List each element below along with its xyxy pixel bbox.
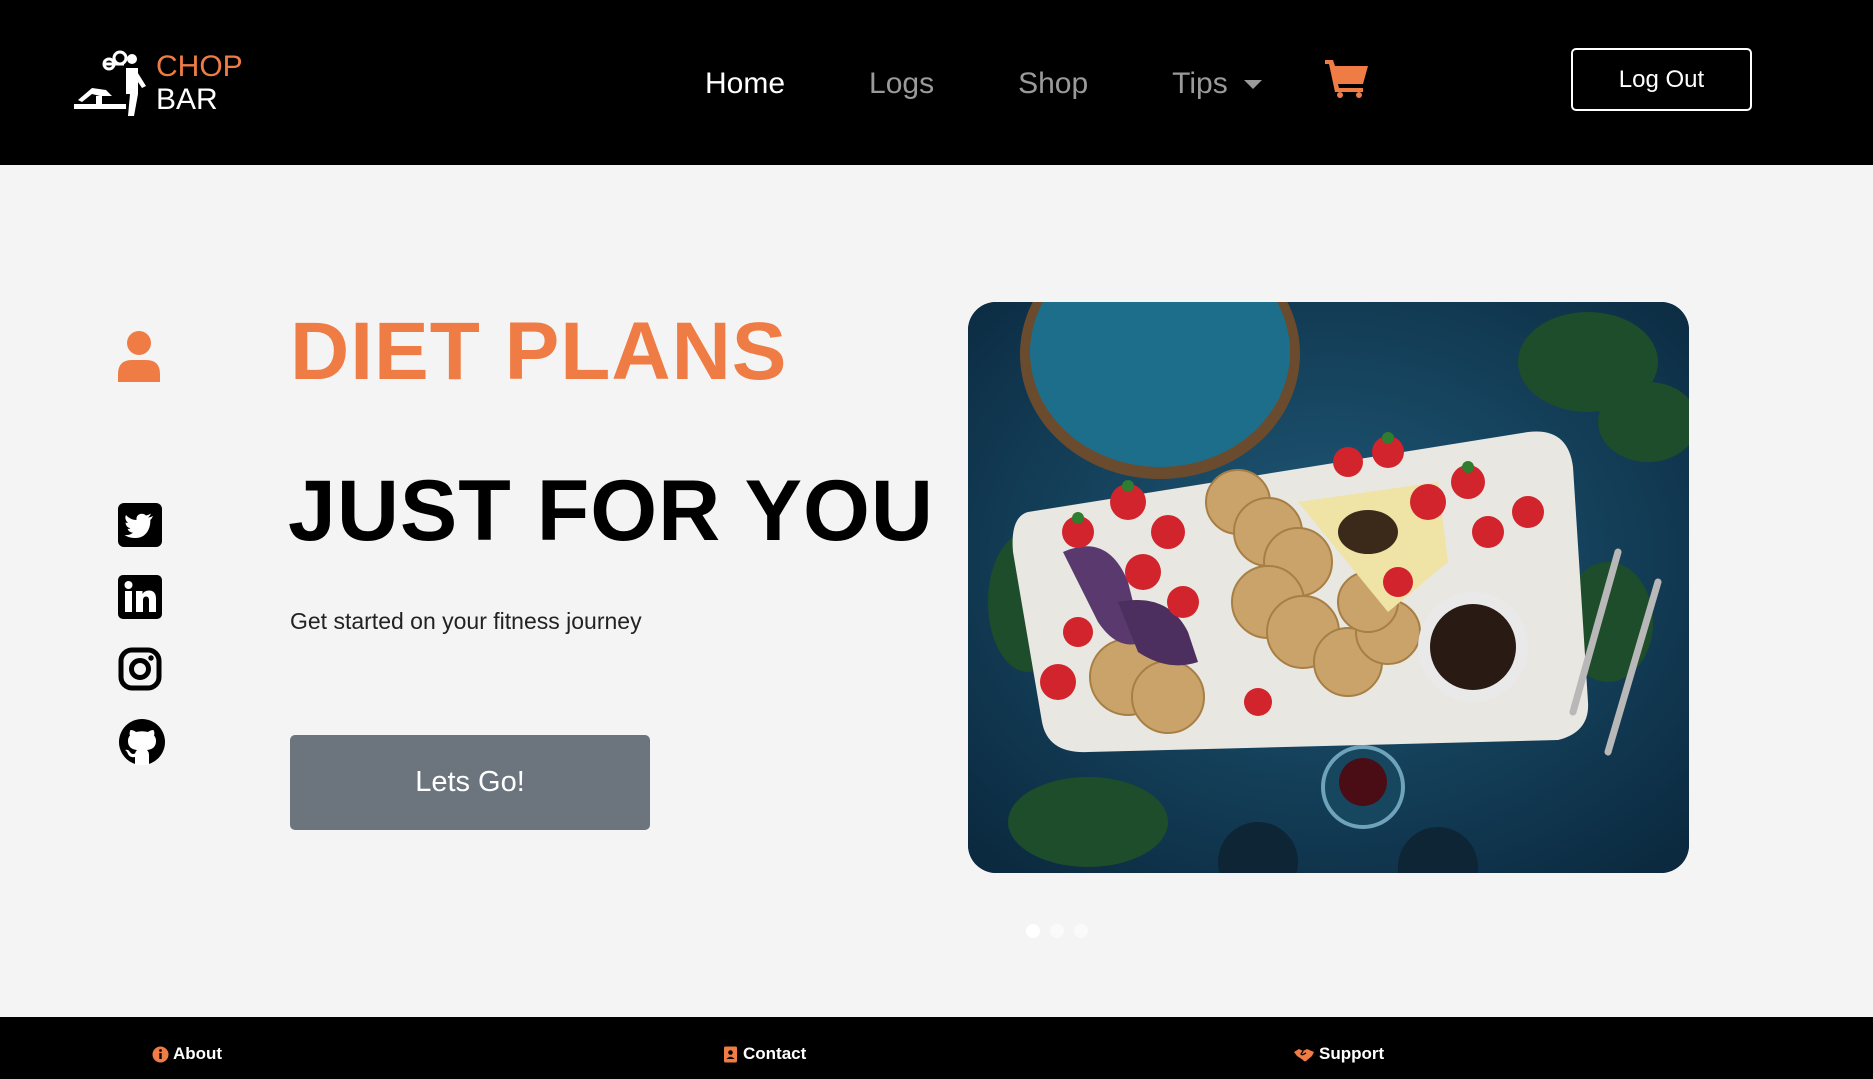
shopping-cart-icon[interactable] <box>1325 58 1369 98</box>
brand-logo[interactable]: CHOP BAR <box>72 50 243 116</box>
contact-card-icon <box>724 1046 737 1062</box>
chevron-down-icon <box>1243 79 1262 89</box>
linkedin-icon[interactable] <box>118 575 162 619</box>
handshake-icon <box>1294 1048 1314 1061</box>
footer-support-label: Support <box>1319 1044 1385 1063</box>
hero-tagline: Get started on your fitness journey <box>290 608 642 634</box>
github-icon[interactable] <box>118 718 166 766</box>
top-navbar: CHOP BAR Home Logs Shop Tips Log Out <box>0 0 1873 165</box>
carousel-slide-image <box>968 302 1689 873</box>
instagram-icon[interactable] <box>118 647 162 691</box>
footer-about-label: About <box>173 1044 223 1063</box>
nav-tips-dropdown[interactable]: Tips <box>1172 67 1262 101</box>
carousel-dot-2[interactable] <box>1050 924 1064 938</box>
footer <box>0 1017 1873 1079</box>
carousel-dot-1[interactable] <box>1026 924 1040 938</box>
brand-name-line1: CHOP <box>156 50 243 83</box>
footer-contact-link[interactable]: Contact <box>722 1044 806 1064</box>
main-nav: Home Logs Shop Tips <box>705 62 1346 106</box>
footer-about-link[interactable]: About <box>152 1044 222 1064</box>
carousel-indicators <box>1026 924 1098 938</box>
nav-shop[interactable]: Shop <box>1018 67 1088 101</box>
lifter-logo-icon <box>74 50 146 116</box>
footer-support-link[interactable]: Support <box>1293 1044 1384 1064</box>
user-icon[interactable] <box>116 330 162 382</box>
info-circle-icon <box>152 1046 169 1062</box>
lets-go-button[interactable]: Lets Go! <box>290 735 650 830</box>
logout-button[interactable]: Log Out <box>1571 48 1752 111</box>
brand-name-line2: BAR <box>156 83 218 116</box>
food-platter-image <box>968 302 1689 873</box>
nav-logs[interactable]: Logs <box>869 67 934 101</box>
hero-title: DIET PLANS <box>290 306 788 397</box>
footer-contact-label: Contact <box>743 1044 807 1063</box>
twitter-icon[interactable] <box>118 503 162 547</box>
nav-home[interactable]: Home <box>705 67 785 101</box>
nav-tips-label: Tips <box>1172 67 1228 100</box>
hero-subtitle: JUST FOR YOU <box>288 463 934 559</box>
carousel-dot-3[interactable] <box>1074 924 1088 938</box>
